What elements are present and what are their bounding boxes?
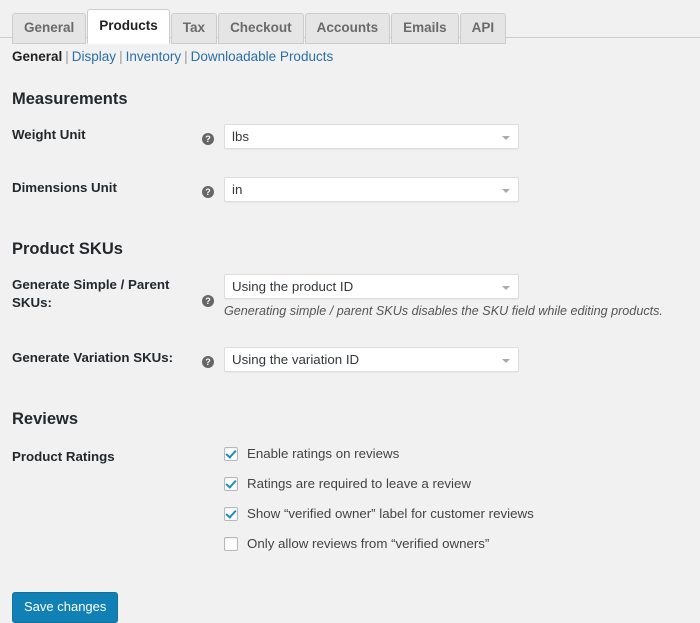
chevron-down-icon (502, 359, 510, 363)
checkbox-row-show-verified-owner-label[interactable]: Show “verified owner” label for customer… (224, 506, 688, 522)
help-icon[interactable]: ? (202, 133, 214, 145)
checkbox-ratings-required[interactable] (224, 477, 238, 491)
checkbox-only-verified-owners[interactable] (224, 537, 238, 551)
help-icon[interactable]: ? (202, 356, 214, 368)
checkbox-show-verified-owner-label[interactable] (224, 507, 238, 521)
subnav-item-general[interactable]: General (12, 49, 62, 64)
select-generate-variation-skus-value: Using the variation ID (232, 352, 360, 367)
reviews-form-table: Product Ratings Enable ratings on review… (12, 430, 688, 566)
form-row-product-ratings: Product Ratings Enable ratings on review… (12, 430, 688, 566)
checkbox-row-enable-ratings[interactable]: Enable ratings on reviews (224, 446, 688, 462)
checkbox-row-ratings-required[interactable]: Ratings are required to leave a review (224, 476, 688, 492)
help-icon[interactable]: ? (202, 295, 214, 307)
select-weight-unit[interactable]: lbs (224, 124, 519, 149)
settings-tab-bar: General Products Tax Checkout Accounts Emails… (0, 0, 700, 44)
tab-general[interactable]: General (12, 13, 87, 44)
tab-emails[interactable]: Emails (391, 13, 459, 44)
form-row-weight-unit: Weight Unit ? lbs (12, 110, 688, 163)
select-dimensions-unit-value: in (232, 182, 243, 197)
label-product-ratings: Product Ratings (12, 449, 115, 464)
tab-accounts[interactable]: Accounts (304, 13, 391, 44)
label-dimensions-unit: Dimensions Unit (12, 180, 117, 195)
checkbox-row-only-verified-owners[interactable]: Only allow reviews from “verified owners… (224, 536, 688, 552)
description-generate-simple-parent-skus: Generating simple / parent SKUs disables… (224, 304, 663, 318)
form-row-generate-variation-skus: Generate Variation SKUs: ? Using the var… (12, 333, 688, 386)
checkbox-label-show-verified-owner-label[interactable]: Show “verified owner” label for customer… (247, 506, 534, 522)
select-generate-simple-parent-skus[interactable]: Using the product ID (224, 274, 519, 299)
subnav-separator: | (184, 49, 188, 64)
product-skus-form-table: Generate Simple / Parent SKUs: ? Using t… (12, 260, 688, 386)
checkbox-label-only-verified-owners[interactable]: Only allow reviews from “verified owners… (247, 536, 489, 552)
select-dimensions-unit[interactable]: in (224, 177, 519, 202)
submit-area: Save changes (0, 566, 700, 623)
select-generate-simple-parent-skus-value: Using the product ID (232, 279, 354, 294)
subnav-item-display[interactable]: Display (72, 49, 116, 64)
tab-products[interactable]: Products (87, 9, 170, 44)
checkbox-label-enable-ratings[interactable]: Enable ratings on reviews (247, 446, 399, 462)
settings-content: Measurements Weight Unit ? lbs Dimension… (0, 88, 700, 566)
section-title-product-skus: Product SKUs (12, 240, 123, 258)
chevron-down-icon (502, 286, 510, 290)
label-generate-simple-parent-skus: Generate Simple / Parent SKUs: (12, 277, 170, 310)
help-icon[interactable]: ? (202, 186, 214, 198)
tab-api[interactable]: API (459, 13, 507, 44)
subnav-separator: | (65, 49, 69, 64)
chevron-down-icon (502, 189, 510, 193)
tab-tax[interactable]: Tax (170, 13, 218, 44)
form-row-generate-simple-parent-skus: Generate Simple / Parent SKUs: ? Using t… (12, 260, 688, 333)
label-generate-variation-skus: Generate Variation SKUs: (12, 350, 174, 365)
save-changes-button[interactable]: Save changes (12, 592, 119, 623)
select-weight-unit-value: lbs (232, 129, 249, 144)
product-ratings-checkbox-list: Enable ratings on reviews Ratings are re… (224, 446, 688, 552)
checkbox-enable-ratings[interactable] (224, 447, 238, 461)
checkbox-label-ratings-required[interactable]: Ratings are required to leave a review (247, 476, 471, 492)
tab-checkout[interactable]: Checkout (218, 13, 304, 44)
section-title-measurements: Measurements (12, 90, 128, 108)
chevron-down-icon (502, 136, 510, 140)
section-title-reviews: Reviews (12, 410, 79, 428)
subnav-separator: | (119, 49, 123, 64)
subnav-item-downloadable-products[interactable]: Downloadable Products (191, 49, 334, 64)
measurements-form-table: Weight Unit ? lbs Dimensions Unit ? in (12, 110, 688, 216)
label-weight-unit: Weight Unit (12, 127, 86, 142)
subnav-item-inventory[interactable]: Inventory (126, 49, 182, 64)
form-row-dimensions-unit: Dimensions Unit ? in (12, 163, 688, 216)
select-generate-variation-skus[interactable]: Using the variation ID (224, 347, 519, 372)
